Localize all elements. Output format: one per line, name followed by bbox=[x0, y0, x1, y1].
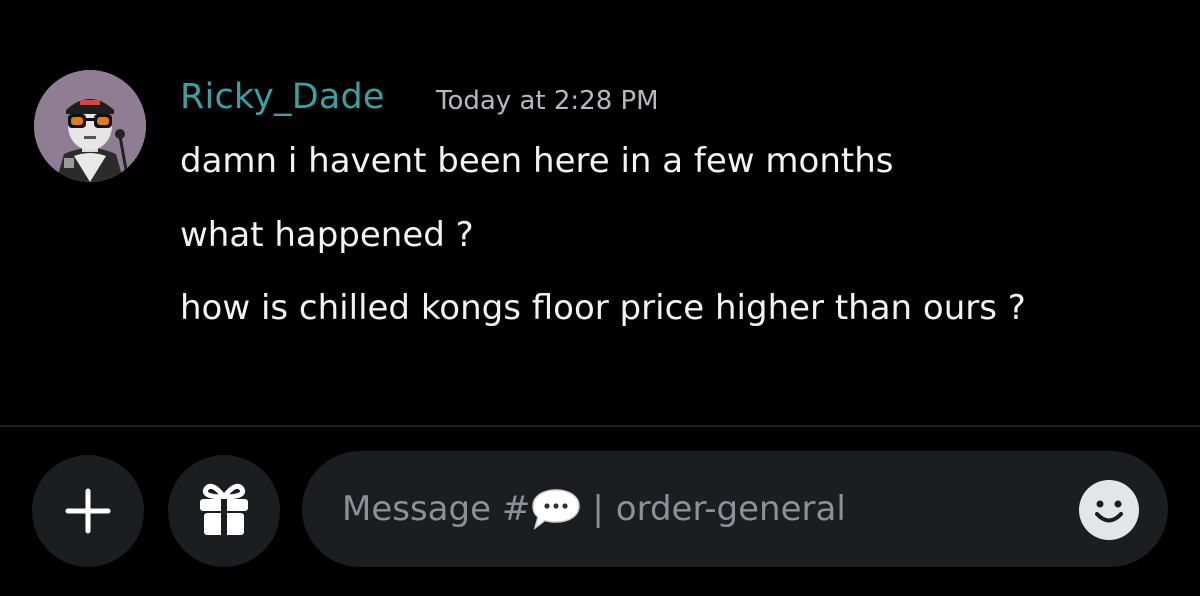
message-line: how is chilled kongs floor price higher … bbox=[180, 288, 1026, 328]
chat-screen: Ricky_Dade Today at 2:28 PM damn i haven… bbox=[0, 0, 1200, 596]
emoji-picker-button[interactable] bbox=[1078, 479, 1140, 541]
composer-divider bbox=[0, 425, 1200, 427]
channel-separator: | bbox=[592, 489, 604, 529]
plus-icon bbox=[65, 488, 111, 534]
message-timestamp: Today at 2:28 PM bbox=[436, 86, 659, 116]
channel-name: order-general bbox=[615, 489, 846, 529]
gift-button[interactable] bbox=[168, 455, 280, 567]
add-attachment-button[interactable] bbox=[32, 455, 144, 567]
message-line: what happened ? bbox=[180, 215, 474, 255]
message-input-placeholder: Message # | order-general bbox=[342, 485, 846, 533]
message-author[interactable]: Ricky_Dade bbox=[180, 74, 385, 120]
message-line: damn i havent been here in a few months bbox=[180, 141, 894, 181]
gift-icon bbox=[200, 483, 248, 535]
smiley-icon bbox=[1079, 480, 1139, 540]
user-avatar[interactable] bbox=[34, 70, 146, 182]
avatar-image bbox=[34, 70, 146, 182]
speech-balloon-icon bbox=[530, 487, 582, 531]
message-input[interactable]: Message # | order-general bbox=[302, 451, 1168, 567]
placeholder-prefix: Message # bbox=[342, 489, 531, 529]
